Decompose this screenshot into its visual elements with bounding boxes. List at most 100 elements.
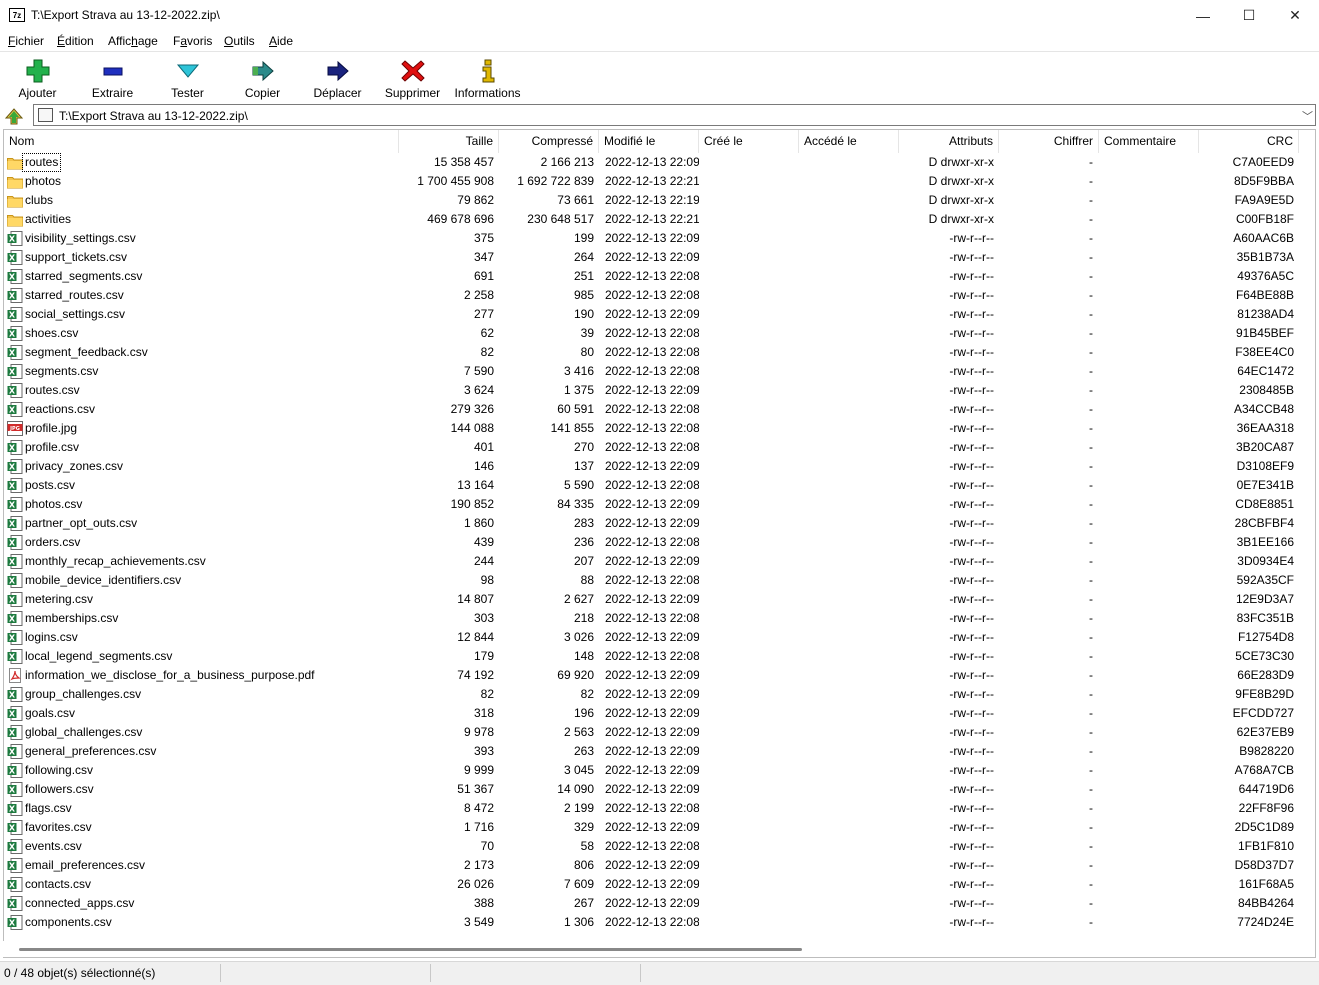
file-row[interactable]: Xsocial_settings.csv 277 190 2022-12-13 22:… <box>4 305 1315 324</box>
file-row[interactable]: clubs 79 862 73 661 2022-12-13 22:19 D drwxr… <box>4 191 1315 210</box>
file-row[interactable]: Xfollowing.csv 9 999 3 045 2022-12-13 22:09… <box>4 761 1315 780</box>
modified-cell: 2022-12-13 22:21 <box>605 212 699 226</box>
file-row[interactable]: Xstarred_segments.csv 691 251 2022-12-13 22… <box>4 267 1315 286</box>
address-field[interactable]: T:\Export Strava au 13-12-2022.zip\ ﹀ <box>33 104 1316 126</box>
column-attributes[interactable]: Attributs <box>899 130 999 153</box>
name-cell: Xpartner_opt_outs.csv <box>6 514 398 533</box>
column-encrypted[interactable]: Chiffrer <box>999 130 1099 153</box>
file-row[interactable]: Xmobile_device_identifiers.csv 98 88 2022-1… <box>4 571 1315 590</box>
folder-icon <box>7 174 23 189</box>
file-row[interactable]: Xsegments.csv 7 590 3 416 2022-12-13 22:08 -… <box>4 362 1315 381</box>
menu-edition[interactable]: Édition <box>57 34 94 48</box>
extract-button[interactable]: Extraire <box>75 56 150 102</box>
file-row[interactable]: Xlocal_legend_segments.csv 179 148 2022-12-… <box>4 647 1315 666</box>
copy-button[interactable]: Copier <box>225 56 300 102</box>
status-divider <box>640 964 641 982</box>
file-row[interactable]: Xprivacy_zones.csv 146 137 2022-12-13 22:09… <box>4 457 1315 476</box>
attributes-cell: -rw-r--r-- <box>949 402 994 416</box>
file-row[interactable]: Xstarred_routes.csv 2 258 985 2022-12-13 22… <box>4 286 1315 305</box>
file-row[interactable]: Xgeneral_preferences.csv 393 263 2022-12-13… <box>4 742 1315 761</box>
column-packed[interactable]: Compressé <box>499 130 599 153</box>
file-row[interactable]: Xcomponents.csv 3 549 1 306 2022-12-13 22:0… <box>4 913 1315 932</box>
maximize-button[interactable]: ☐ <box>1226 0 1272 31</box>
add-button[interactable]: Ajouter <box>0 56 75 102</box>
parent-folder-button[interactable] <box>4 106 24 126</box>
file-row[interactable]: Xmonthly_recap_achievements.csv 244 207 202… <box>4 552 1315 571</box>
file-row[interactable]: Xsegment_feedback.csv 82 80 2022-12-13 22:0… <box>4 343 1315 362</box>
packed-cell: 2 199 <box>563 801 594 815</box>
test-button[interactable]: Tester <box>150 56 225 102</box>
file-row[interactable]: Xevents.csv 70 58 2022-12-13 22:08 -rw-r--r-… <box>4 837 1315 856</box>
move-button[interactable]: Déplacer <box>300 56 375 102</box>
attributes-cell: -rw-r--r-- <box>949 611 994 625</box>
scrollbar-thumb[interactable] <box>19 948 802 951</box>
file-list[interactable]: Nom Taille Compressé Modifié le Créé le … <box>3 129 1316 958</box>
menu-fichier[interactable]: Fichier <box>8 34 44 48</box>
file-row[interactable]: Xfavorites.csv 1 716 329 2022-12-13 22:09 -r… <box>4 818 1315 837</box>
file-row[interactable]: photos 1 700 455 908 1 692 722 839 2022-12-… <box>4 172 1315 191</box>
menu-bar: Fichier Édition Affichage Favoris Outils… <box>0 31 1319 51</box>
minimize-button[interactable]: — <box>1180 0 1226 31</box>
file-row[interactable]: Xmemberships.csv 303 218 2022-12-13 22:08 -r… <box>4 609 1315 628</box>
file-row[interactable]: Xfollowers.csv 51 367 14 090 2022-12-13 22:… <box>4 780 1315 799</box>
file-row[interactable]: Xphotos.csv 190 852 84 335 2022-12-13 22:09… <box>4 495 1315 514</box>
name-cell: clubs <box>6 191 398 210</box>
file-row[interactable]: Xgroup_challenges.csv 82 82 2022-12-13 22:0… <box>4 685 1315 704</box>
modified-cell: 2022-12-13 22:09 <box>605 516 699 530</box>
file-row[interactable]: Xmetering.csv 14 807 2 627 2022-12-13 22:09… <box>4 590 1315 609</box>
info-button[interactable]: Informations <box>450 56 525 102</box>
column-comment[interactable]: Commentaire <box>1099 130 1199 153</box>
file-row[interactable]: Xflags.csv 8 472 2 199 2022-12-13 22:08 -rw-… <box>4 799 1315 818</box>
file-name: general_preferences.csv <box>25 744 157 758</box>
file-row[interactable]: activities 469 678 696 230 648 517 2022-12-… <box>4 210 1315 229</box>
file-row[interactable]: Xposts.csv 13 164 5 590 2022-12-13 22:08 -rw… <box>4 476 1315 495</box>
file-name: routes.csv <box>25 383 80 397</box>
file-row[interactable]: Xglobal_challenges.csv 9 978 2 563 2022-12-… <box>4 723 1315 742</box>
menu-outils[interactable]: Outils <box>224 34 255 48</box>
column-size[interactable]: Taille <box>399 130 499 153</box>
column-name[interactable]: Nom <box>4 130 399 153</box>
packed-cell: 207 <box>573 554 594 568</box>
file-row[interactable]: Xsupport_tickets.csv 347 264 2022-12-13 22:… <box>4 248 1315 267</box>
file-row[interactable]: routes 15 358 457 2 166 213 2022-12-13 22:0… <box>4 153 1315 172</box>
excel-file-icon: X <box>7 896 23 911</box>
column-created[interactable]: Créé le <box>699 130 799 153</box>
svg-text:X: X <box>9 900 16 909</box>
file-row[interactable]: Xroutes.csv 3 624 1 375 2022-12-13 22:09 -rw… <box>4 381 1315 400</box>
file-row[interactable]: Xgoals.csv 318 196 2022-12-13 22:09 -rw-r--r… <box>4 704 1315 723</box>
file-row[interactable]: Xorders.csv 439 236 2022-12-13 22:08 -rw-r--… <box>4 533 1315 552</box>
menu-favoris[interactable]: Favoris <box>173 34 212 48</box>
file-row[interactable]: information_we_disclose_for_a_business_p… <box>4 666 1315 685</box>
file-row[interactable]: JPG profile.jpg 144 088 141 855 2022-12-13 2… <box>4 419 1315 438</box>
menu-aide[interactable]: Aide <box>269 34 293 48</box>
file-row[interactable]: Xvisibility_settings.csv 375 199 2022-12-13… <box>4 229 1315 248</box>
file-row[interactable]: Xshoes.csv 62 39 2022-12-13 22:08 -rw-r--r--… <box>4 324 1315 343</box>
horizontal-scrollbar[interactable] <box>3 941 1314 957</box>
packed-cell: 2 166 213 <box>540 155 594 169</box>
file-row[interactable]: Xcontacts.csv 26 026 7 609 2022-12-13 22:09… <box>4 875 1315 894</box>
file-row[interactable]: Xconnected_apps.csv 388 267 2022-12-13 22:0… <box>4 894 1315 913</box>
file-row[interactable]: Xemail_preferences.csv 2 173 806 2022-12-13… <box>4 856 1315 875</box>
chevron-down-icon[interactable]: ﹀ <box>1302 108 1313 124</box>
close-button[interactable]: ✕ <box>1272 0 1318 31</box>
excel-file-icon: X <box>7 326 23 341</box>
encrypted-cell: - <box>1089 592 1093 606</box>
svg-text:X: X <box>9 786 16 795</box>
menu-affichage[interactable]: Affichage <box>108 34 158 48</box>
column-accessed[interactable]: Accédé le <box>799 130 899 153</box>
app-icon[interactable]: 7z <box>9 8 25 22</box>
file-name: visibility_settings.csv <box>25 231 136 245</box>
file-name: profile.csv <box>25 440 80 454</box>
delete-button[interactable]: Supprimer <box>375 56 450 102</box>
packed-cell: 1 692 722 839 <box>517 174 594 188</box>
title-bar[interactable]: 7z T:\Export Strava au 13-12-2022.zip\ —… <box>0 0 1319 31</box>
encrypted-cell: - <box>1089 383 1093 397</box>
file-row[interactable]: Xreactions.csv 279 326 60 591 2022-12-13 22… <box>4 400 1315 419</box>
file-row[interactable]: Xlogins.csv 12 844 3 026 2022-12-13 22:09 -r… <box>4 628 1315 647</box>
file-row[interactable]: Xpartner_opt_outs.csv 1 860 283 2022-12-13 … <box>4 514 1315 533</box>
packed-cell: 236 <box>573 535 594 549</box>
file-row[interactable]: Xprofile.csv 401 270 2022-12-13 22:08 -rw-r-… <box>4 438 1315 457</box>
column-crc[interactable]: CRC <box>1199 130 1299 153</box>
encrypted-cell: - <box>1089 478 1093 492</box>
column-modified[interactable]: Modifié le <box>599 130 699 153</box>
